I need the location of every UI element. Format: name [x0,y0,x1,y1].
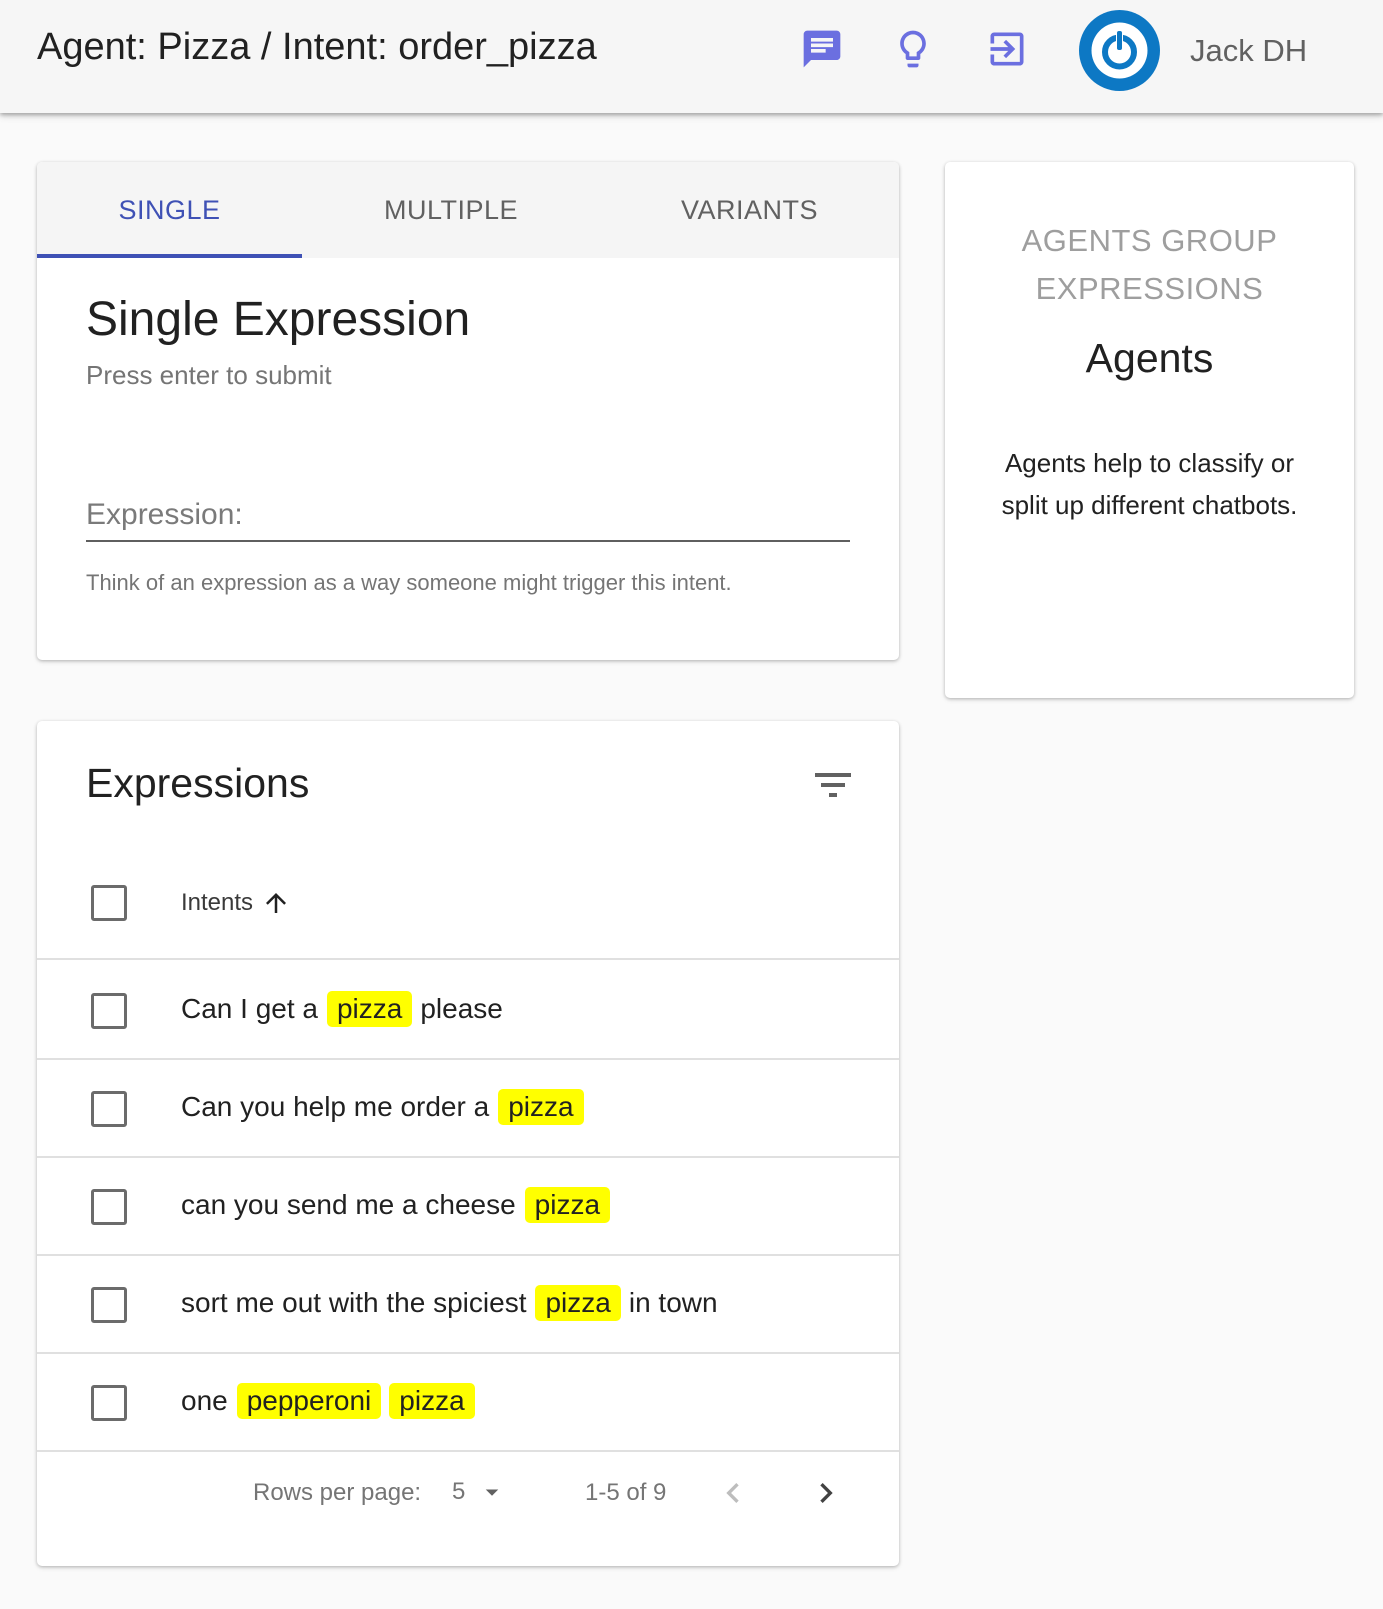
intents-column-label: Intents [181,889,254,916]
expressions-title: Expressions [86,760,310,806]
entity-highlight[interactable]: pizza [498,1089,584,1125]
active-tab-indicator [37,254,302,258]
arrow-up-icon [266,893,287,913]
avatar[interactable] [1079,10,1160,91]
rows-per-page-select[interactable]: 5 [452,1475,507,1509]
table-row[interactable]: Can you help me order a pizza [37,1060,899,1158]
table-row[interactable]: Can I get a pizza please [37,962,899,1060]
row-checkbox[interactable] [91,1091,127,1127]
entity-highlight[interactable]: pizza [535,1285,621,1321]
chat-icon[interactable] [800,27,844,71]
expression-text: Can you help me order a pizza [181,1087,592,1127]
expression-word: please [420,993,503,1024]
expression-word: sort me out with the spiciest [181,1287,527,1318]
table-row[interactable]: can you send me a cheese pizza [37,1158,899,1256]
expressions-card: Expressions Intents Can I get a pizza plea… [37,721,899,1566]
row-checkbox[interactable] [91,1189,127,1225]
agents-card-heading: AGENTS GROUP EXPRESSIONS [945,217,1354,313]
expression-word: in town [628,1287,718,1318]
expression-text: can you send me a cheese pizza [181,1185,618,1225]
expression-text: one pepperoni pizza [181,1381,483,1421]
table-pagination: Rows per page: 5 1-5 of 9 [37,1451,899,1566]
next-page-icon[interactable] [806,1473,846,1513]
expression-word: can you send me a cheese [181,1189,516,1220]
row-checkbox[interactable] [91,1287,127,1323]
tab-variants[interactable]: VARIANTS [600,162,899,258]
expression-text: sort me out with the spiciest pizza in tow… [181,1283,727,1323]
agents-card-heading-line2: EXPRESSIONS [1035,271,1264,306]
page-title: Agent: Pizza / Intent: order_pizza [37,26,597,68]
app-bar: Agent: Pizza / Intent: order_pizza Jack … [0,0,1383,113]
agents-info-card: AGENTS GROUP EXPRESSIONS Agents Agents h… [945,162,1354,698]
agents-card-body: Agents help to classify or split up diff… [1001,448,1298,520]
tab-multiple[interactable]: MULTIPLE [302,162,600,258]
row-checkbox[interactable] [91,993,127,1029]
single-expression-title: Single Expression [86,293,471,346]
expression-word: Can you help me order a [181,1091,490,1122]
single-expression-card: SINGLE MULTIPLE VARIANTS Single Expressi… [37,162,899,660]
table-row[interactable]: one pepperoni pizza [37,1354,899,1452]
entity-highlight[interactable]: pizza [524,1187,611,1223]
intents-column-header[interactable]: Intents [181,888,291,918]
expression-word: Can I get a [181,993,318,1024]
tab-single[interactable]: SINGLE [37,162,302,258]
entity-highlight[interactable]: pizza [389,1383,475,1419]
dropdown-arrow-icon [486,1489,499,1496]
login-icon[interactable] [985,27,1029,71]
single-expression-subtitle: Press enter to submit [86,360,332,390]
table-row[interactable]: sort me out with the spiciest pizza in tow… [37,1256,899,1354]
entity-highlight[interactable]: pizza [326,991,413,1027]
lightbulb-icon[interactable] [891,27,935,71]
expression-input[interactable] [86,478,850,542]
username[interactable]: Jack DH [1190,33,1307,69]
row-checkbox[interactable] [91,1385,127,1421]
tab-bar: SINGLE MULTIPLE VARIANTS [37,162,899,258]
rows-per-page-label: Rows per page: [253,1479,422,1506]
rows-per-page-value: 5 [452,1478,466,1505]
select-all-checkbox[interactable] [91,885,127,921]
page-range: 1-5 of 9 [585,1479,667,1506]
agents-card-heading-line1: AGENTS GROUP [1021,223,1278,258]
table-header: Intents [37,861,899,960]
expression-helper-text: Think of an expression as a way someone … [86,570,732,595]
expression-word: one [181,1385,228,1416]
expression-text: Can I get a pizza please [181,989,512,1029]
previous-page-icon[interactable] [713,1473,753,1513]
entity-highlight[interactable]: pepperoni [236,1383,382,1419]
agents-card-title: Agents [1085,335,1214,381]
filter-list-icon[interactable] [809,761,857,809]
